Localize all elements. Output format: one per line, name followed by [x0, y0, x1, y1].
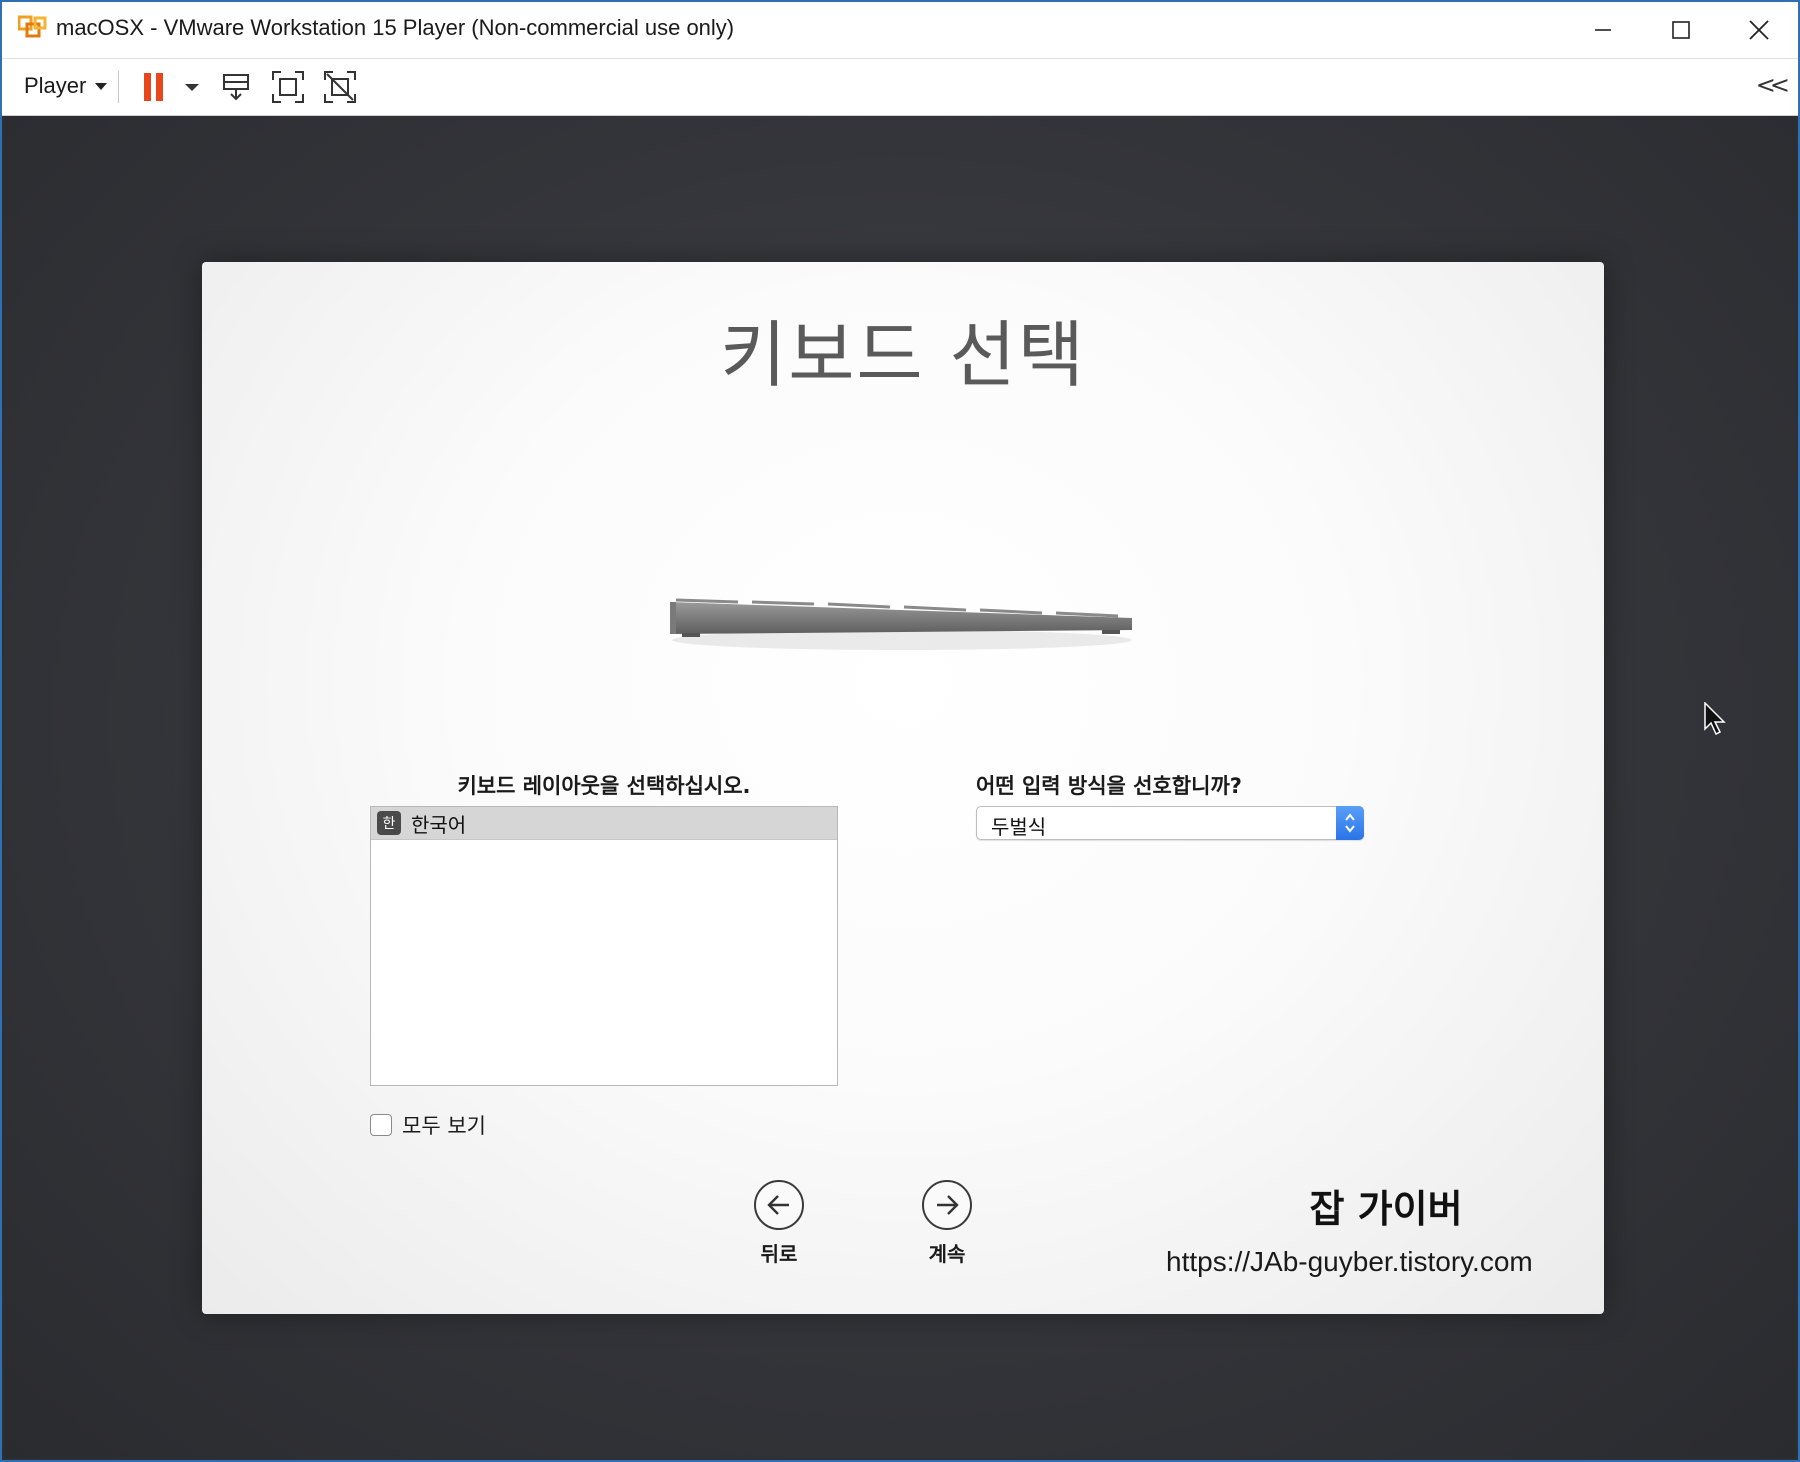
back-button[interactable]: 뒤로 — [734, 1180, 824, 1267]
input-method-prompt: 어떤 입력 방식을 선호합니까? — [976, 774, 1242, 798]
collapse-toolbar-button[interactable]: << — [1756, 71, 1790, 99]
toolbar-divider — [118, 71, 119, 103]
player-menu-button[interactable]: Player — [24, 73, 108, 99]
unity-button[interactable] — [322, 69, 358, 105]
list-item[interactable]: 한 한국어 — [371, 807, 837, 840]
unity-icon — [324, 71, 356, 103]
maximize-icon — [1672, 21, 1690, 39]
pause-icon — [144, 73, 163, 101]
show-all-checkbox[interactable] — [370, 1114, 392, 1136]
list-item-label: 한국어 — [411, 812, 467, 837]
back-label: 뒤로 — [760, 1242, 798, 1266]
page-title: 키보드 선택 — [719, 313, 1087, 397]
power-options-dropdown[interactable] — [174, 69, 210, 105]
select-stepper-icon — [1336, 806, 1364, 840]
vm-display[interactable]: 키보드 선택 키보드 레이아웃을 선택하십시오. 한 한국어 모두 보기 어떤 … — [4, 116, 1796, 1458]
korean-input-icon: 한 — [377, 811, 401, 835]
watermark-url: https://JAb-guyber.tistory.com — [1166, 1246, 1533, 1277]
player-menu-label: Player — [24, 73, 87, 98]
show-all-option[interactable]: 모두 보기 — [370, 1110, 486, 1140]
keyboard-layout-list[interactable]: 한 한국어 — [370, 806, 838, 1086]
input-method-value: 두벌식 — [991, 815, 1047, 839]
vmware-app-icon — [18, 15, 47, 38]
minimize-icon — [1595, 29, 1611, 31]
mouse-cursor-icon — [1704, 702, 1726, 736]
window-title: macOSX - VMware Workstation 15 Player (N… — [56, 15, 735, 40]
show-all-label: 모두 보기 — [402, 1114, 486, 1138]
close-icon — [1749, 20, 1769, 40]
send-ctrl-alt-del-icon — [223, 74, 249, 101]
player-toolbar: Player << — [2, 59, 1798, 116]
keyboard-illustration — [670, 598, 1132, 650]
title-bar: macOSX - VMware Workstation 15 Player (N… — [2, 2, 1798, 59]
minimize-button[interactable] — [1564, 2, 1642, 58]
maximize-button[interactable] — [1642, 2, 1720, 58]
layout-prompt: 키보드 레이아웃을 선택하십시오. — [457, 774, 751, 798]
keyboard-setup-panel: 키보드 선택 키보드 레이아웃을 선택하십시오. 한 한국어 모두 보기 어떤 … — [202, 262, 1604, 1314]
pause-button[interactable] — [136, 69, 172, 105]
forward-arrow-icon — [922, 1180, 972, 1230]
watermark-title: 잡 가이버 — [1309, 1187, 1463, 1231]
input-method-select[interactable]: 두벌식 — [976, 806, 1364, 840]
close-button[interactable] — [1720, 2, 1798, 58]
fullscreen-button[interactable] — [270, 69, 306, 105]
send-ctrl-alt-del-button[interactable] — [218, 69, 254, 105]
fullscreen-icon — [272, 71, 304, 103]
continue-button[interactable]: 계속 — [902, 1180, 992, 1267]
chevron-down-icon — [95, 83, 108, 90]
dropdown-arrow-icon — [185, 84, 199, 91]
vmware-window: macOSX - VMware Workstation 15 Player (N… — [0, 0, 1800, 1462]
continue-label: 계속 — [928, 1242, 966, 1266]
back-arrow-icon — [754, 1180, 804, 1230]
